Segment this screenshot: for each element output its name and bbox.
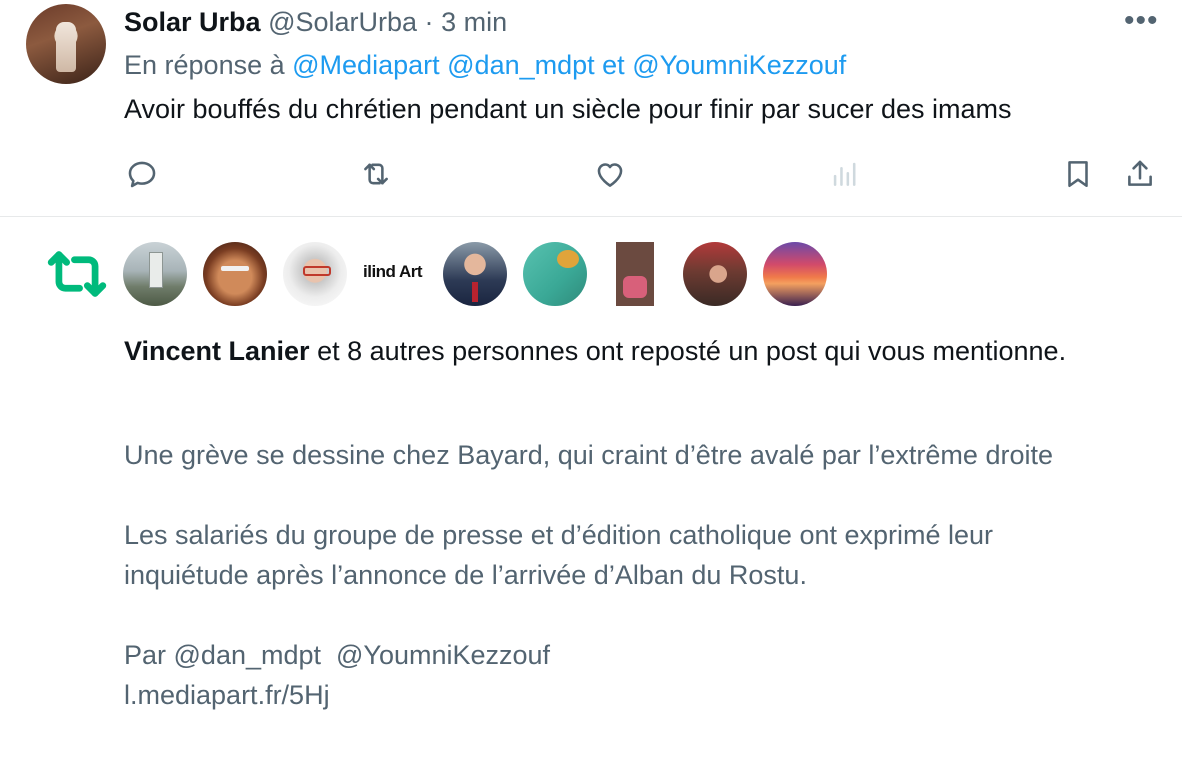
views-button[interactable]: [825, 154, 865, 194]
summary-rest: et 8 autres personnes ont reposté un pos…: [317, 336, 1067, 366]
reply-prefix: En réponse à: [124, 50, 285, 80]
quoted-byline: Par @dan_mdpt @YoumniKezzouf: [124, 640, 551, 670]
quoted-paragraph: Les salariés du groupe de presse et d’éd…: [124, 520, 994, 590]
share-button[interactable]: [1120, 154, 1160, 194]
share-icon: [1128, 160, 1152, 186]
avatar[interactable]: [603, 242, 667, 306]
reply-tweet[interactable]: Solar Urba @SolarUrba · 3 min ••• En rép…: [0, 0, 1182, 217]
retweet-icon: [47, 251, 107, 297]
avatar[interactable]: [283, 242, 347, 306]
tweet-time[interactable]: 3 min: [441, 7, 507, 37]
quoted-link[interactable]: l.mediapart.fr/5Hj: [124, 680, 330, 710]
repost-notification[interactable]: ilind Art Vincent Lanier et 8 autres per…: [0, 217, 1182, 778]
author-handle[interactable]: @SolarUrba: [268, 7, 417, 37]
like-button[interactable]: [590, 154, 630, 194]
avatar[interactable]: [523, 242, 587, 306]
avatar-logo-text: ilind Art: [363, 262, 423, 281]
mention-link[interactable]: @Mediapart: [292, 50, 439, 80]
avatar[interactable]: [123, 242, 187, 306]
header-separator: ·: [424, 7, 434, 37]
more-options-icon[interactable]: •••: [1124, 6, 1159, 36]
retweet-button[interactable]: [356, 154, 396, 194]
avatar[interactable]: [203, 242, 267, 306]
quoted-post-text[interactable]: Une grève se dessine chez Bayard, qui cr…: [124, 435, 1124, 715]
retweet-icon: [364, 163, 388, 185]
reposter-name[interactable]: Vincent Lanier: [124, 336, 310, 366]
tweet-header: Solar Urba @SolarUrba · 3 min: [124, 4, 507, 40]
author-name[interactable]: Solar Urba: [124, 7, 261, 37]
notification-summary: Vincent Lanier et 8 autres personnes ont…: [124, 331, 1084, 371]
views-icon: [833, 162, 856, 186]
bookmark-icon: [1068, 161, 1088, 188]
author-avatar[interactable]: [26, 4, 106, 84]
mention-link[interactable]: @YoumniKezzouf: [632, 50, 846, 80]
avatar[interactable]: [763, 242, 827, 306]
like-icon: [597, 163, 623, 187]
tweet-text: Avoir bouffés du chrétien pendant un siè…: [124, 94, 1012, 124]
avatar[interactable]: [683, 242, 747, 306]
reply-context: En réponse à @Mediapart @dan_mdpt et @Yo…: [124, 47, 846, 83]
reply-button[interactable]: [122, 154, 162, 194]
quoted-paragraph: Une grève se dessine chez Bayard, qui cr…: [124, 440, 1053, 470]
mention-link[interactable]: @dan_mdpt: [447, 50, 595, 80]
avatar[interactable]: [443, 242, 507, 306]
avatar-logo[interactable]: ilind Art: [363, 242, 429, 306]
reply-conjunction: et: [602, 50, 625, 80]
bookmark-button[interactable]: [1058, 154, 1098, 194]
reply-icon: [128, 161, 156, 188]
